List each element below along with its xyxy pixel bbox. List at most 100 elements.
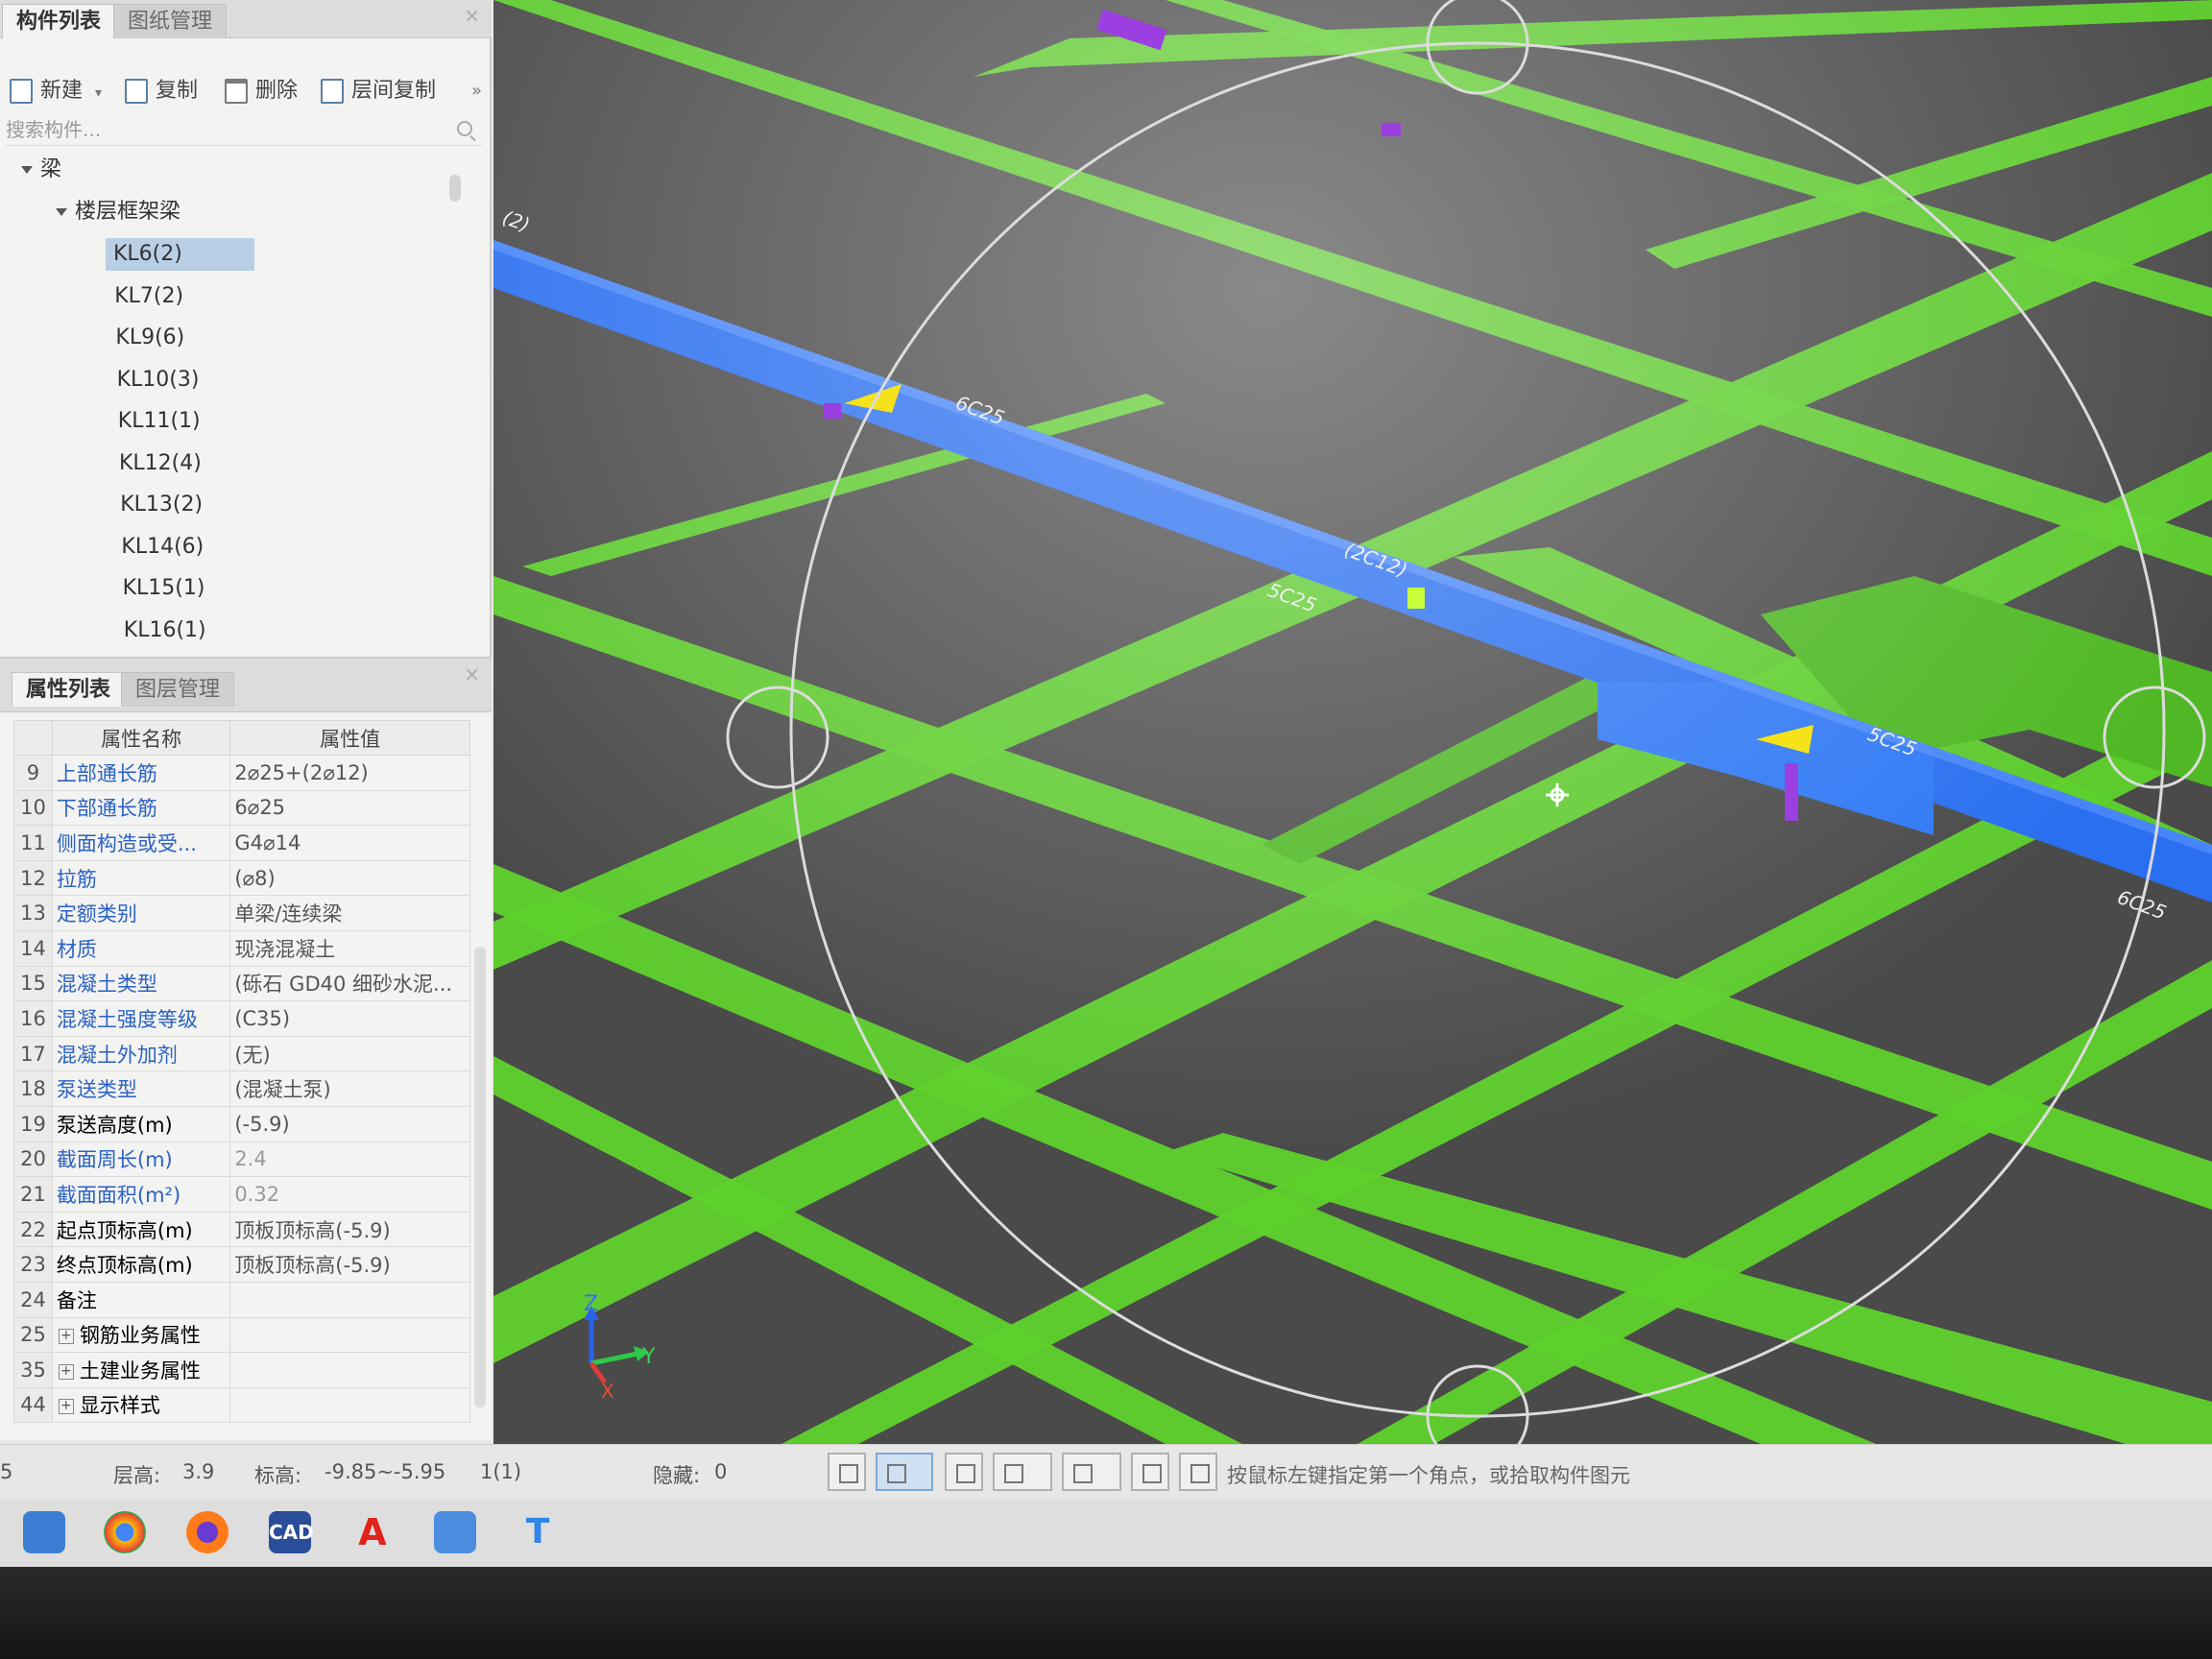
expand-plus-icon[interactable]: +	[58, 1399, 74, 1415]
cad-icon[interactable]: CAD	[269, 1511, 314, 1553]
more-icon[interactable]: »	[471, 81, 482, 101]
property-value[interactable]	[229, 1352, 470, 1388]
property-row[interactable]: 17 混凝土外加剂 (无)	[13, 1035, 470, 1072]
floor-copy-icon	[321, 79, 344, 104]
tree-item[interactable]: KL10(3)	[109, 364, 207, 397]
green-marker	[1407, 588, 1425, 609]
tree-node-floor-frame-beam[interactable]: 楼层框架梁	[56, 196, 180, 228]
acrobat-icon[interactable]: A	[351, 1511, 394, 1553]
expand-icon[interactable]	[21, 166, 33, 174]
property-row[interactable]: 21 截面面积(m²) 0.32	[13, 1176, 470, 1213]
chevron-down-icon[interactable]: ▾	[95, 85, 102, 101]
text-tool-icon[interactable]: T	[517, 1511, 559, 1553]
property-name[interactable]: + 钢筋业务属性	[51, 1316, 231, 1354]
property-row[interactable]: 10 下部通长筋 6⌀25	[13, 789, 470, 827]
property-value[interactable]: (无)	[229, 1035, 470, 1072]
tab-layer-management[interactable]: 图层管理	[121, 672, 235, 707]
property-value[interactable]: (混凝土泵)	[229, 1070, 470, 1107]
floor-copy-button[interactable]: 层间复制	[317, 75, 436, 108]
offset-tool-button[interactable]	[1062, 1453, 1121, 1491]
property-row[interactable]: 20 截面周长(m) 2.4	[13, 1141, 470, 1178]
copy-button[interactable]: 复制	[121, 75, 198, 108]
close-icon[interactable]: ×	[464, 662, 480, 685]
chrome-icon[interactable]	[104, 1511, 146, 1553]
close-icon[interactable]: ×	[464, 4, 480, 27]
property-row[interactable]: 25 + 钢筋业务属性	[13, 1316, 470, 1354]
mail-icon[interactable]	[23, 1511, 65, 1553]
property-name[interactable]: + 土建业务属性	[51, 1352, 231, 1388]
arc-tool-button[interactable]	[1179, 1453, 1217, 1491]
property-value[interactable]: 单梁/连续梁	[229, 895, 470, 931]
3d-model-scene[interactable]: 6C25 (2C12) 5C25 5C25 6C25 (2) Z Y X	[493, 0, 2212, 1444]
angle-tool-button[interactable]	[993, 1453, 1052, 1491]
tree-scrollbar[interactable]	[449, 175, 461, 202]
calculator-icon[interactable]	[434, 1511, 476, 1553]
left-panel: 构件列表 图纸管理 × 新建 ▾ 复制 删除 层间复制 » 搜索构件... 梁 …	[0, 0, 492, 1440]
tree-node-label: 楼层框架梁	[75, 200, 181, 224]
property-row[interactable]: 15 混凝土类型 (砾石 GD40 细砂水泥...	[13, 965, 470, 1002]
property-index: 16	[13, 1000, 53, 1037]
property-value[interactable]: 6⌀25	[229, 789, 470, 827]
property-value[interactable]	[229, 1386, 470, 1424]
expand-plus-icon[interactable]: +	[58, 1329, 74, 1345]
property-value[interactable]: (砾石 GD40 细砂水泥...	[229, 965, 470, 1002]
select-box-tool-button[interactable]	[876, 1453, 933, 1491]
expand-icon[interactable]	[56, 208, 67, 216]
property-row[interactable]: 24 备注	[13, 1281, 470, 1318]
tree-item[interactable]: KL9(6)	[108, 322, 192, 354]
property-row[interactable]: 23 终点顶标高(m) 顶板顶标高(-5.9)	[13, 1246, 470, 1283]
expand-plus-icon[interactable]: +	[58, 1363, 74, 1380]
tree-node-beam[interactable]: 梁	[21, 154, 61, 186]
cross-select-tool-button[interactable]	[945, 1453, 983, 1491]
property-value[interactable]: (-5.9)	[229, 1105, 470, 1142]
property-value[interactable]: 顶板顶标高(-5.9)	[229, 1246, 470, 1283]
3d-viewport[interactable]: 6C25 (2C12) 5C25 5C25 6C25 (2) Z Y X	[493, 0, 2212, 1444]
tree-node-label: 梁	[40, 157, 62, 181]
tree-item[interactable]: KL7(2)	[107, 280, 191, 313]
tree-item[interactable]: KL16(1)	[116, 614, 214, 647]
property-row[interactable]: 14 材质 现浇混凝土	[13, 929, 470, 967]
tree-item[interactable]: KL13(2)	[112, 489, 210, 521]
ortho-tool-button[interactable]	[828, 1453, 866, 1491]
property-value[interactable]: 现浇混凝土	[229, 929, 470, 967]
property-name: 混凝土强度等级	[51, 1000, 231, 1037]
search-icon[interactable]	[457, 121, 472, 136]
tree-item[interactable]: KL14(6)	[113, 531, 211, 564]
new-button-label: 新建	[40, 79, 84, 103]
properties-scrollbar[interactable]	[474, 947, 486, 1407]
tab-component-list[interactable]: 构件列表	[2, 4, 116, 38]
property-row[interactable]: 22 起点顶标高(m) 顶板顶标高(-5.9)	[13, 1211, 470, 1248]
property-row[interactable]: 13 定额类别 单梁/连续梁	[13, 895, 470, 931]
property-row[interactable]: 19 泵送高度(m) (-5.9)	[13, 1105, 470, 1142]
property-row[interactable]: 18 泵送类型 (混凝土泵)	[13, 1070, 470, 1107]
property-value[interactable]: G4⌀14	[229, 825, 470, 861]
status-hint: 按鼠标左键指定第一个角点，或拾取构件图元	[1227, 1464, 1630, 1487]
property-name[interactable]: + 显示样式	[51, 1386, 231, 1424]
tab-drawing-management[interactable]: 图纸管理	[113, 4, 228, 38]
property-value[interactable]	[229, 1281, 470, 1318]
property-row[interactable]: 11 侧面构造或受... G4⌀14	[13, 825, 470, 861]
property-value[interactable]: (⌀8)	[229, 859, 470, 897]
property-value[interactable]: 2⌀25+(2⌀12)	[229, 755, 470, 791]
property-name: 截面面积(m²)	[51, 1176, 231, 1213]
snap-tool-button[interactable]	[1131, 1453, 1169, 1491]
tree-item[interactable]: KL6(2)	[106, 238, 254, 271]
property-value[interactable]	[229, 1316, 470, 1354]
firefox-icon[interactable]	[186, 1511, 228, 1553]
property-value[interactable]: (C35)	[229, 1000, 470, 1037]
property-value[interactable]: 0.32	[229, 1176, 470, 1213]
delete-button[interactable]: 删除	[221, 75, 298, 108]
property-row[interactable]: 12 拉筋 (⌀8)	[13, 859, 470, 897]
search-input[interactable]	[6, 115, 428, 144]
property-row[interactable]: 16 混凝土强度等级 (C35)	[13, 1000, 470, 1037]
property-value[interactable]: 2.4	[229, 1141, 470, 1178]
tree-item[interactable]: KL15(1)	[115, 572, 213, 605]
property-row[interactable]: 44 + 显示样式	[13, 1386, 470, 1424]
tab-property-list[interactable]: 属性列表	[12, 672, 126, 707]
property-row[interactable]: 9 上部通长筋 2⌀25+(2⌀12)	[13, 755, 470, 791]
property-value[interactable]: 顶板顶标高(-5.9)	[229, 1211, 470, 1248]
new-button[interactable]: 新建 ▾	[6, 75, 102, 108]
property-row[interactable]: 35 + 土建业务属性	[13, 1352, 470, 1388]
tree-item[interactable]: KL12(4)	[111, 447, 209, 480]
tree-item[interactable]: KL11(1)	[110, 405, 208, 438]
